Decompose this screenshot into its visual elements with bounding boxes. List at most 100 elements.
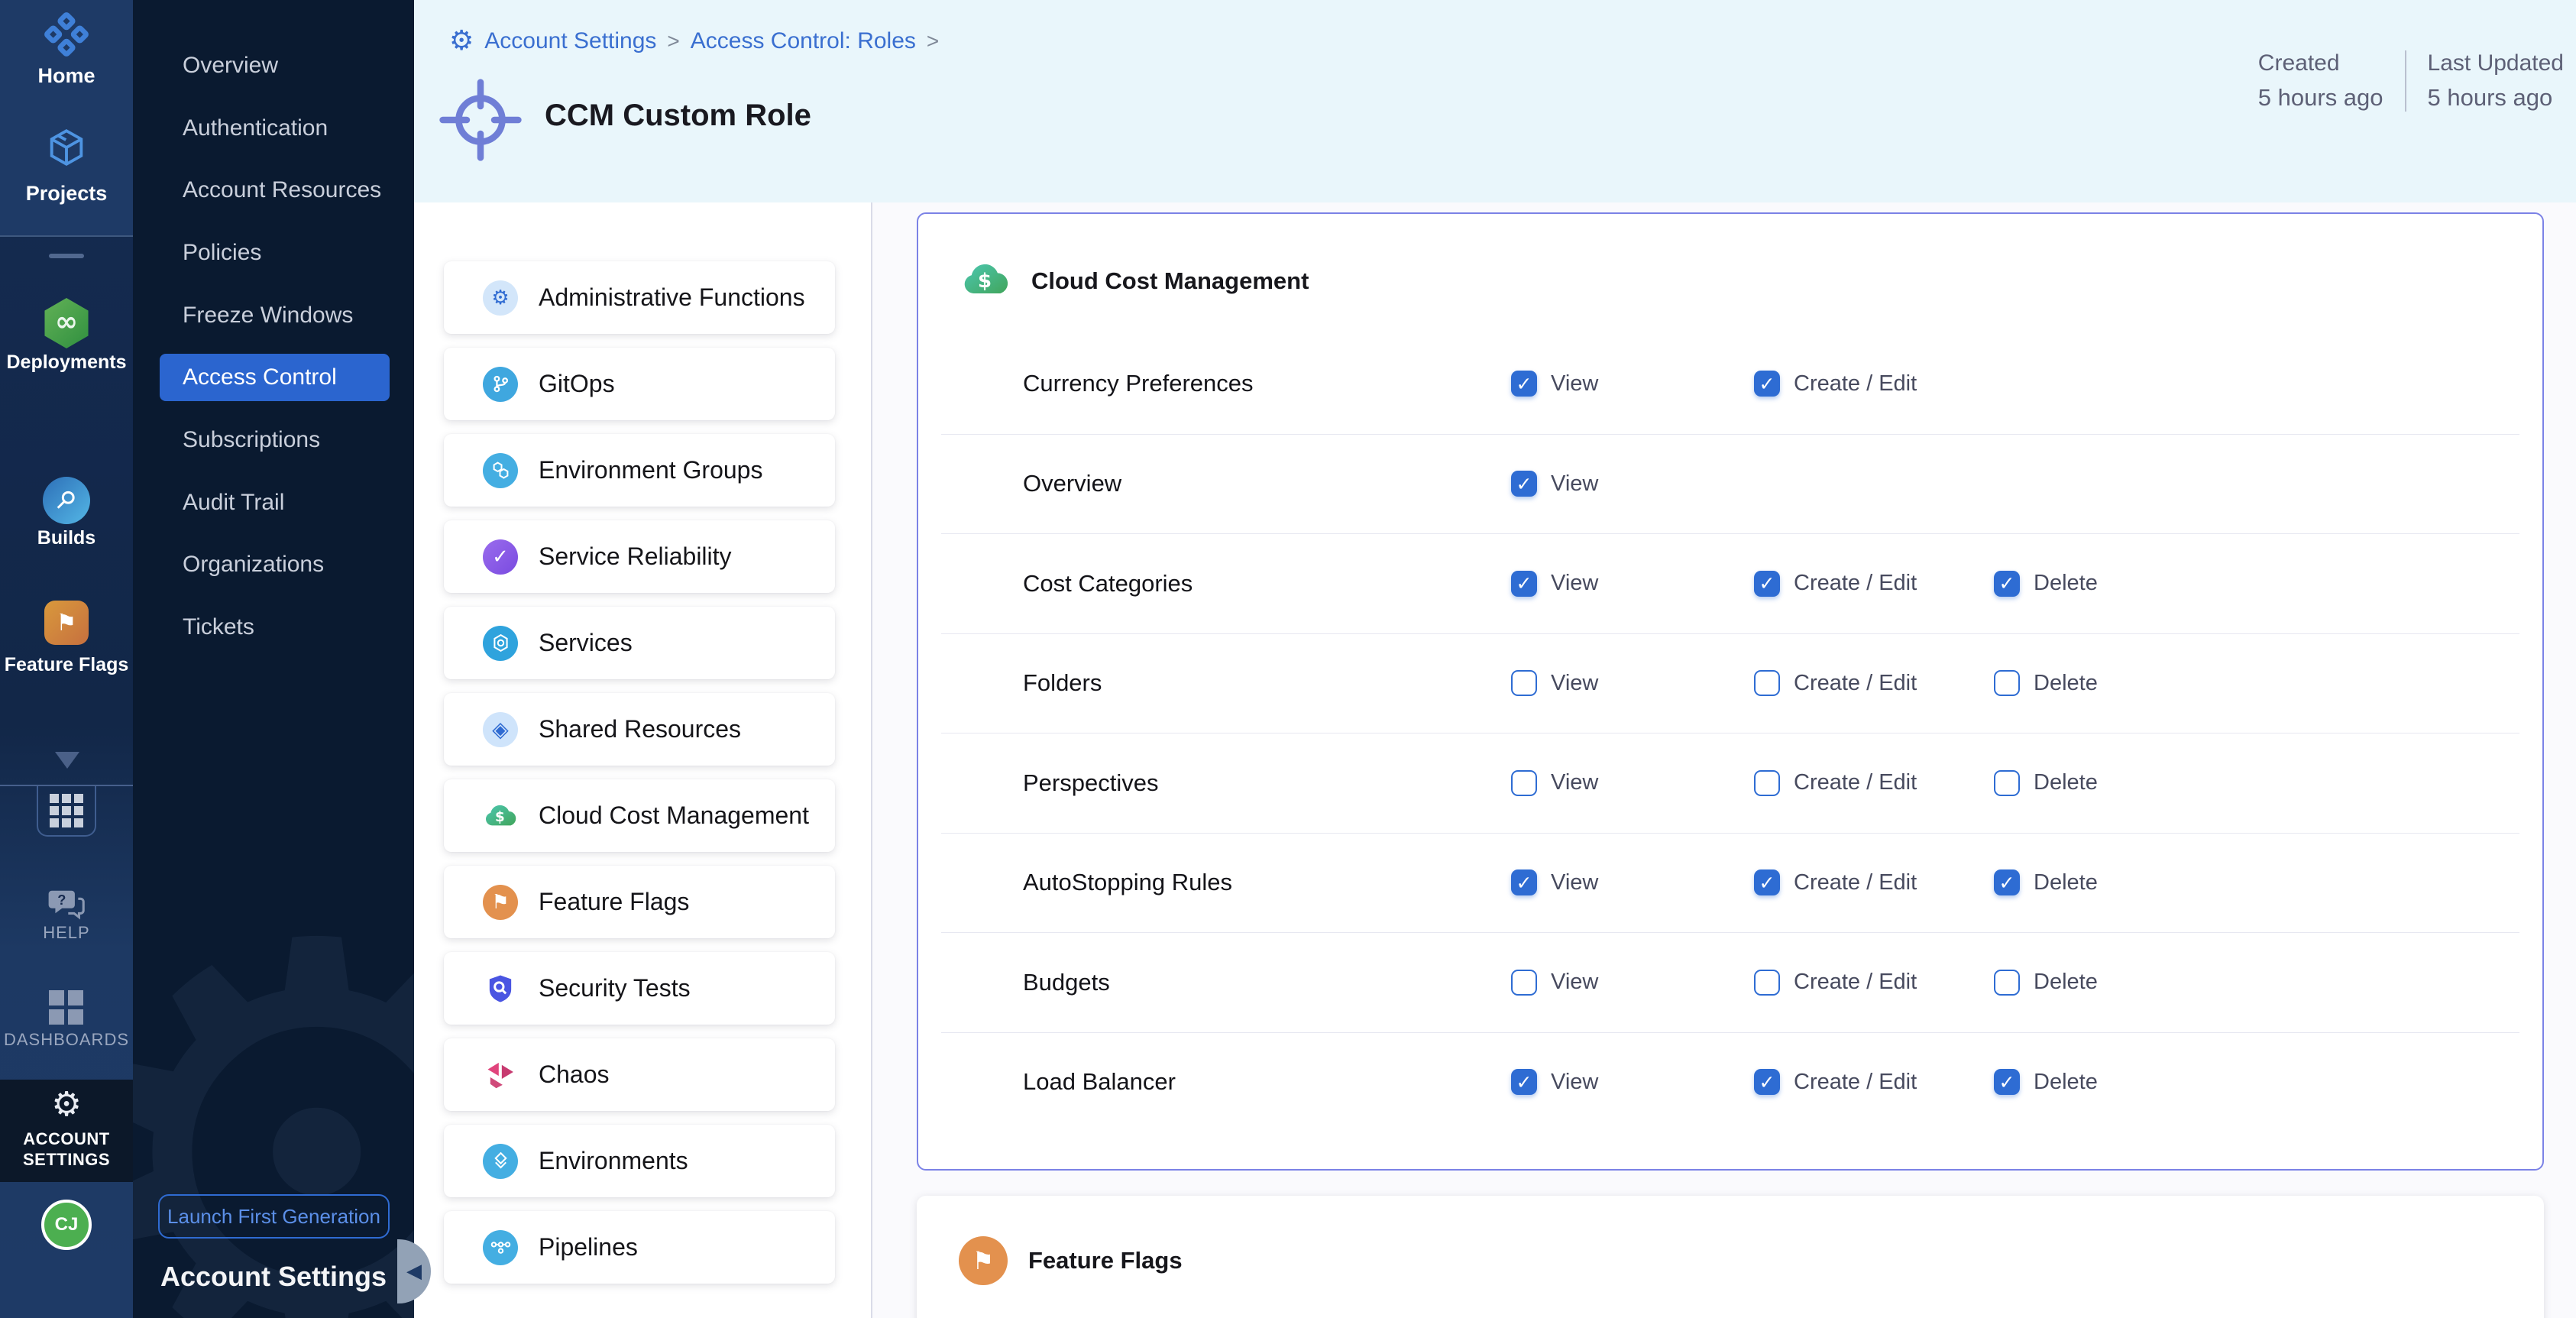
- permission-label: Delete: [2034, 870, 2098, 895]
- permission-label: Create / Edit: [1794, 671, 1917, 696]
- next-section-title: Feature Flags: [1028, 1247, 1183, 1274]
- gitops-icon: [483, 367, 518, 402]
- security-tests-icon: [483, 971, 518, 1006]
- permission-name: Overview: [1023, 470, 1121, 497]
- checkbox-checked[interactable]: [1511, 869, 1537, 895]
- sidebar-item-tickets[interactable]: Tickets: [133, 596, 414, 659]
- sidebar-item-access-control[interactable]: Access Control: [160, 354, 390, 401]
- feature-flags-icon: ⚑: [483, 885, 518, 920]
- sidebar-item-subscriptions[interactable]: Subscriptions: [133, 409, 414, 471]
- checkbox-unchecked[interactable]: [1754, 770, 1780, 796]
- sidebar-item-overview[interactable]: Overview: [133, 34, 414, 97]
- chevron-down-icon[interactable]: [55, 752, 79, 769]
- module-label: Environments: [539, 1147, 688, 1175]
- sidebar-item-organizations[interactable]: Organizations: [133, 534, 414, 597]
- rail-item-feature-flags[interactable]: Feature Flags: [0, 654, 133, 676]
- module-card-security-tests[interactable]: Security Tests: [444, 952, 835, 1025]
- breadcrumb-access-control-roles[interactable]: Access Control: Roles: [691, 28, 916, 54]
- permission-label: Create / Edit: [1794, 571, 1917, 596]
- gear-icon[interactable]: ⚙: [0, 1085, 133, 1124]
- module-card-services[interactable]: Services: [444, 607, 835, 679]
- permission-cell-delete: Delete: [1994, 670, 2098, 696]
- sidebar-item-freeze-windows[interactable]: Freeze Windows: [133, 284, 414, 347]
- permission-cell-create-edit: Create / Edit: [1754, 869, 1917, 895]
- deployments-icon[interactable]: ∞: [43, 298, 90, 348]
- module-card-environments[interactable]: Environments: [444, 1125, 835, 1197]
- module-label: Administrative Functions: [539, 283, 805, 312]
- module-card-chaos[interactable]: Chaos: [444, 1038, 835, 1111]
- cloud-cost-management-icon: $: [960, 261, 1011, 301]
- permission-row-cost-categories: Cost CategoriesViewCreate / EditDelete: [941, 533, 2519, 633]
- permission-rows: Currency PreferencesViewCreate / EditOve…: [918, 334, 2542, 1132]
- harness-logo-icon[interactable]: [43, 11, 90, 58]
- module-card-service-reliability[interactable]: ✓Service Reliability: [444, 520, 835, 593]
- dashboards-icon[interactable]: [49, 990, 83, 1025]
- permission-cell-create-edit: Create / Edit: [1754, 670, 1917, 696]
- permission-cell-create-edit: Create / Edit: [1754, 571, 1917, 597]
- checkbox-unchecked[interactable]: [1754, 970, 1780, 996]
- checkbox-checked[interactable]: [1994, 571, 2020, 597]
- rail-item-home[interactable]: Home: [0, 64, 133, 88]
- module-card-gitops[interactable]: GitOps: [444, 348, 835, 420]
- last-updated-label: Last Updated: [2428, 50, 2564, 76]
- next-section-header: ⚑ Feature Flags: [959, 1236, 1183, 1285]
- rail-item-builds[interactable]: Builds: [0, 527, 133, 549]
- checkbox-unchecked[interactable]: [1994, 670, 2020, 696]
- module-card-pipelines[interactable]: Pipelines: [444, 1211, 835, 1284]
- checkbox-checked[interactable]: [1511, 371, 1537, 397]
- svg-text:$: $: [495, 809, 505, 825]
- checkbox-checked[interactable]: [1511, 471, 1537, 497]
- projects-cube-icon[interactable]: [44, 125, 89, 170]
- last-updated-block: Last Updated 5 hours ago: [2428, 50, 2564, 112]
- rail-item-help[interactable]: HELP: [0, 923, 133, 943]
- rail-item-account-settings[interactable]: ACCOUNT SETTINGS: [0, 1129, 133, 1170]
- rail-item-deployments[interactable]: Deployments: [0, 351, 133, 374]
- module-label: Chaos: [539, 1061, 610, 1089]
- checkbox-checked[interactable]: [1754, 1069, 1780, 1095]
- rail-section-dash: [49, 254, 84, 258]
- checkbox-checked[interactable]: [1754, 869, 1780, 895]
- checkbox-unchecked[interactable]: [1754, 670, 1780, 696]
- checkbox-checked[interactable]: [1511, 1069, 1537, 1095]
- help-icon[interactable]: ?: [47, 886, 86, 921]
- permission-cell-view: View: [1511, 770, 1598, 796]
- rail-item-dashboards[interactable]: DASHBOARDS: [0, 1030, 133, 1050]
- checkbox-unchecked[interactable]: [1511, 970, 1537, 996]
- permission-cell-view: View: [1511, 670, 1598, 696]
- permission-cell-delete: Delete: [1994, 770, 2098, 796]
- module-card-administrative-functions[interactable]: ⚙Administrative Functions: [444, 261, 835, 334]
- permission-cell-view: View: [1511, 371, 1598, 397]
- module-label: Services: [539, 629, 633, 657]
- checkbox-checked[interactable]: [1994, 1069, 2020, 1095]
- launch-first-generation-button[interactable]: Launch First Generation: [158, 1194, 390, 1239]
- permission-cell-view: View: [1511, 471, 1598, 497]
- module-card-shared-resources[interactable]: ◈Shared Resources: [444, 693, 835, 766]
- module-card-environment-groups[interactable]: Environment Groups: [444, 434, 835, 507]
- permission-label: Delete: [2034, 970, 2098, 995]
- sidebar-item-audit-trail[interactable]: Audit Trail: [133, 471, 414, 534]
- permission-label: View: [1551, 471, 1598, 497]
- checkbox-unchecked[interactable]: [1511, 770, 1537, 796]
- permission-name: Budgets: [1023, 969, 1110, 996]
- checkbox-unchecked[interactable]: [1994, 770, 2020, 796]
- sidebar-item-policies[interactable]: Policies: [133, 222, 414, 284]
- module-grid-button[interactable]: [37, 786, 96, 837]
- feature-flags-rail-icon[interactable]: ⚑: [44, 601, 89, 645]
- checkbox-checked[interactable]: [1754, 371, 1780, 397]
- checkbox-checked[interactable]: [1754, 571, 1780, 597]
- checkbox-unchecked[interactable]: [1511, 670, 1537, 696]
- breadcrumb-account-settings[interactable]: Account Settings: [484, 28, 656, 54]
- checkbox-checked[interactable]: [1511, 571, 1537, 597]
- sidebar-item-account-resources[interactable]: Account Resources: [133, 159, 414, 222]
- sidebar-item-authentication[interactable]: Authentication: [133, 97, 414, 160]
- rail-item-projects[interactable]: Projects: [0, 182, 133, 206]
- permission-label: Delete: [2034, 671, 2098, 696]
- module-card-cloud-cost-management[interactable]: $Cloud Cost Management: [444, 779, 835, 852]
- builds-icon[interactable]: [43, 477, 90, 524]
- checkbox-checked[interactable]: [1994, 869, 2020, 895]
- settings-gear-icon: ⚙: [449, 28, 474, 55]
- module-card-feature-flags[interactable]: ⚑Feature Flags: [444, 866, 835, 938]
- permission-name: Perspectives: [1023, 769, 1158, 797]
- checkbox-unchecked[interactable]: [1994, 970, 2020, 996]
- avatar[interactable]: CJ: [41, 1200, 92, 1250]
